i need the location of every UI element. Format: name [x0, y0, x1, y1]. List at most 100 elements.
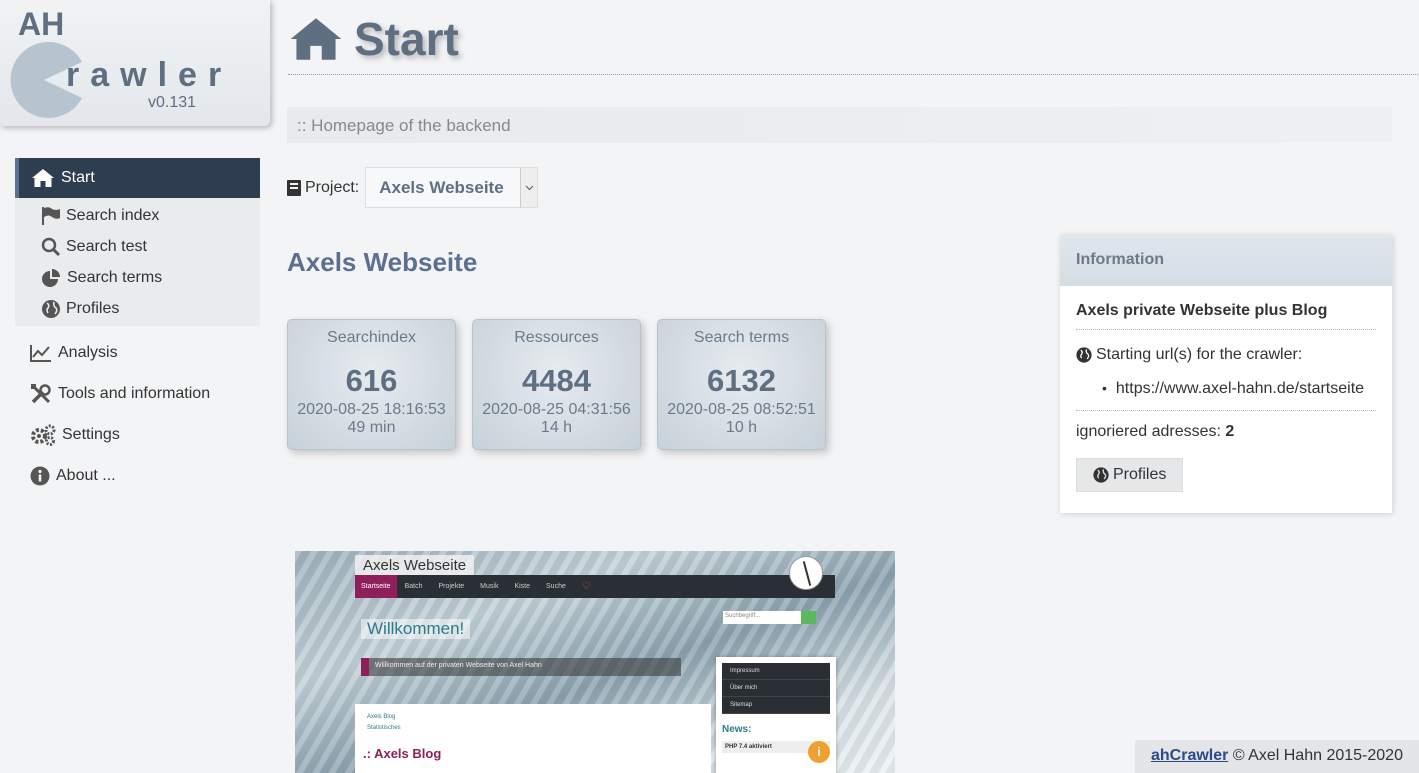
pie-chart-icon [42, 268, 60, 287]
logo-crawler: rawler [66, 56, 233, 94]
preview-news: News: [722, 724, 752, 735]
preview-nav: Startseite Batch Projekte Musik Kiste Su… [355, 575, 835, 598]
preview-search-button [801, 611, 816, 624]
footer-copyright: © Axel Hahn 2015-2020 [1232, 747, 1403, 764]
preview-nav-item: Suche [546, 583, 566, 590]
nav-main-group: Analysis Tools and information Settings … [15, 332, 260, 496]
line-chart-icon [30, 344, 51, 362]
home-icon [290, 18, 342, 60]
project-heading: Axels Webseite [287, 247, 478, 277]
nav-item-search-terms[interactable]: Search terms [15, 262, 260, 293]
nav-item-search-index[interactable]: Search index [15, 200, 260, 231]
globe-icon [1093, 467, 1109, 483]
nav-item-label: Search test [66, 237, 147, 255]
nav-item-tools[interactable]: Tools and information [15, 373, 260, 414]
starting-url-list: https://www.axel-hahn.de/startseite [1076, 364, 1376, 411]
nav-item-start[interactable]: Start [15, 158, 260, 198]
preview-nav-item: Kiste [514, 583, 531, 590]
nav-item-profiles[interactable]: Profiles [15, 293, 260, 324]
preview-menu-item: Impressum [722, 663, 830, 680]
project-select[interactable]: Axels Webseite [365, 167, 539, 208]
profiles-button[interactable]: Profiles [1076, 458, 1184, 492]
preview-link: Statistisches [367, 725, 401, 731]
stat-tiles: Searchindex 616 2020-08-25 18:16:53 49 m… [287, 319, 842, 450]
nav-item-label: Search terms [67, 268, 163, 286]
ignored-addresses: ignoriered adresses: 2 [1076, 411, 1376, 441]
preview-menu: Impressum Über mich Sitemap [722, 663, 830, 714]
tile-value: 4484 [522, 363, 591, 398]
project-selector: Project: Axels Webseite [287, 167, 539, 208]
starting-urls-label: Starting url(s) for the crawler: [1076, 330, 1376, 364]
preview-link: Axels Blog [367, 714, 396, 720]
tools-icon [31, 383, 51, 403]
footer: ahCrawler © Axel Hahn 2015-2020 [1135, 740, 1419, 773]
globe-icon [42, 299, 60, 318]
preview-sidebar: Impressum Über mich Sitemap News: i PHP … [716, 657, 836, 773]
app-version: v0.131 [148, 94, 197, 111]
nav-item-label: Settings [62, 425, 120, 443]
nav-item-analysis[interactable]: Analysis [15, 332, 260, 373]
nav-item-label: Analysis [58, 343, 118, 361]
home-icon [32, 169, 54, 187]
nav-item-settings[interactable]: Settings [15, 414, 260, 455]
tile-value: 616 [345, 363, 398, 398]
tile-age: 10 h [725, 419, 758, 436]
ignored-count: 2 [1225, 423, 1235, 440]
nav-item-search-test[interactable]: Search test [15, 231, 260, 262]
title-divider [288, 74, 1418, 75]
tile-title: Ressources [514, 329, 599, 346]
nav-item-label: About ... [56, 466, 116, 484]
information-panel: Information Axels private Webseite plus … [1060, 235, 1392, 513]
book-icon [287, 179, 301, 196]
tile-searchindex[interactable]: Searchindex 616 2020-08-25 18:16:53 49 m… [287, 319, 456, 450]
ignored-label: ignoriered adresses: [1076, 423, 1221, 440]
website-preview-image: Axels Webseite Startseite Batch Projekte… [295, 551, 895, 773]
globe-icon [1076, 347, 1092, 363]
nav-item-about[interactable]: About ... [15, 455, 260, 496]
project-label: Project: [305, 178, 360, 196]
preview-nav-item: Batch [404, 583, 423, 590]
starting-url: https://www.axel-hahn.de/startseite [1102, 380, 1376, 398]
info-icon [30, 466, 50, 485]
page-title: Start [288, 12, 459, 66]
tile-ressources[interactable]: Ressources 4484 2020-08-25 04:31:56 14 h [472, 319, 641, 450]
project-select-value: Axels Webseite [379, 177, 504, 197]
flag-icon [42, 206, 60, 225]
footer-link[interactable]: ahCrawler [1151, 747, 1228, 764]
preview-search: Suchbegriff... [723, 611, 801, 624]
search-icon [41, 237, 61, 256]
preview-blog-heading: .: Axels Blog [363, 746, 442, 761]
nav-item-label: Search index [66, 206, 160, 224]
preview-site-title: Axels Webseite [355, 555, 475, 576]
project-description: Axels private Webseite plus Blog [1076, 286, 1376, 330]
tile-date: 2020-08-25 18:16:53 [297, 401, 446, 418]
logo-ah: AH [18, 6, 65, 42]
preview-menu-item: Über mich [722, 680, 830, 697]
preview-nav-item: Projekte [438, 583, 465, 590]
chevron-down-icon[interactable] [520, 168, 538, 207]
app-logo[interactable]: AH rawler v0.131 [0, 0, 270, 126]
preview-nav-item: Startseite [355, 575, 397, 598]
information-header: Information [1060, 235, 1392, 286]
heart-icon: ♡ [581, 581, 591, 592]
tile-age: 49 min [347, 419, 396, 436]
tile-age: 14 h [540, 419, 573, 436]
information-body: Axels private Webseite plus Blog Startin… [1060, 286, 1392, 492]
tile-value: 6132 [707, 363, 776, 398]
page-title-text: Start [354, 13, 459, 65]
starting-urls-text: Starting url(s) for the crawler: [1096, 346, 1303, 363]
preview-bar: Willkommen auf der privaten Webseite von… [361, 658, 681, 676]
tile-title: Searchindex [327, 329, 416, 346]
preview-nav-item: Musik [480, 583, 499, 590]
tile-date: 2020-08-25 04:31:56 [482, 401, 631, 418]
nav-item-label: Tools and information [58, 384, 211, 402]
preview-content: Axels Blog Statistisches .: Axels Blog [355, 704, 711, 773]
subnav: Search index Search test Search terms Pr… [15, 198, 260, 326]
nav-item-label: Start [61, 169, 95, 186]
info-badge-icon: i [808, 741, 830, 763]
sidebar-nav: Start Search index Search test Search te… [15, 158, 260, 496]
preview-menu-item: Sitemap [722, 697, 830, 714]
page-subtitle: :: Homepage of the backend [287, 107, 1392, 143]
tile-search-terms[interactable]: Search terms 6132 2020-08-25 08:52:51 10… [657, 319, 826, 450]
tile-date: 2020-08-25 08:52:51 [667, 401, 816, 418]
